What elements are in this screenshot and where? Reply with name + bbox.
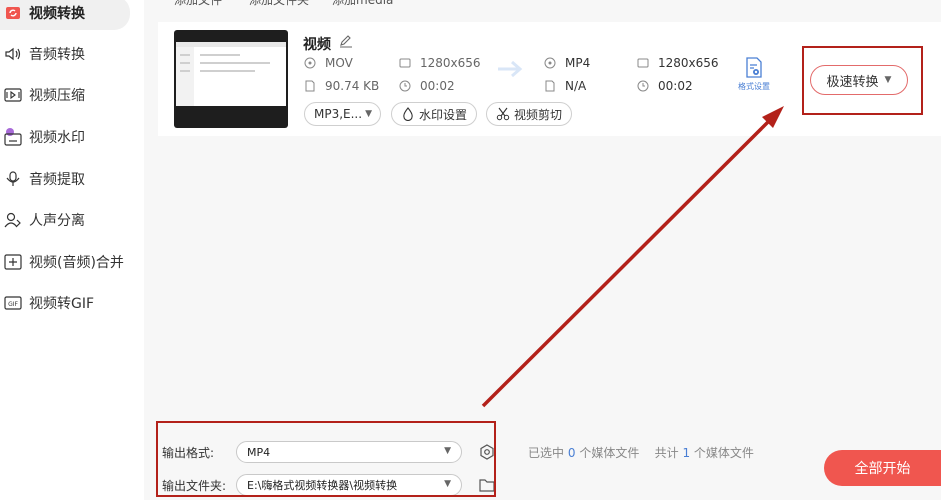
dst-size: N/A	[543, 79, 586, 93]
sidebar-item-audio-extract[interactable]: 音频提取	[0, 162, 130, 196]
sidebar-item-label: 人声分离	[29, 213, 85, 229]
format-settings-icon	[746, 57, 762, 78]
toolbar: 添加文件 添加文件夹 添加media	[144, 0, 941, 14]
src-size: 90.74 KB	[303, 79, 379, 93]
merge-icon	[3, 253, 23, 271]
scissors-icon	[496, 107, 510, 121]
dst-duration: 00:02	[636, 79, 693, 93]
svg-text:GIF: GIF	[8, 301, 18, 308]
src-format: MOV	[303, 56, 353, 70]
video-watermark-icon	[3, 128, 23, 146]
video-thumbnail	[174, 30, 288, 128]
video-convert-icon	[3, 4, 23, 22]
chevron-down-icon: ▼	[365, 109, 372, 119]
sidebar-item-label: 视频压缩	[29, 88, 85, 104]
video-cut-button[interactable]: 视频剪切	[486, 102, 573, 126]
sidebar-item-video-compress[interactable]: 视频压缩	[0, 78, 130, 112]
format-settings-button[interactable]: 格式设置	[734, 57, 774, 92]
file-name: 视频	[303, 37, 331, 53]
selection-stats: 已选中 0 个媒体文件 共计 1 个媒体文件	[528, 446, 754, 460]
clock-icon	[636, 79, 650, 93]
dst-resolution: 1280x656	[636, 56, 719, 70]
sidebar-item-audio-convert[interactable]: 音频转换	[0, 37, 130, 71]
vocal-separate-icon	[3, 211, 23, 229]
file-size-icon	[303, 79, 317, 93]
src-resolution: 1280x656	[398, 56, 481, 70]
sidebar-item-label: 音频提取	[29, 172, 85, 188]
sidebar-item-video-convert[interactable]: 视频转换	[0, 0, 130, 30]
add-file-button[interactable]: 添加文件	[174, 0, 222, 8]
sidebar: 视频转换 音频转换 视频压缩 视频水印 音频提取 人声分离 视频(音频)合并 G…	[0, 0, 144, 500]
sidebar-item-gif[interactable]: GIF 视频转GIF	[0, 286, 130, 320]
sidebar-item-merge[interactable]: 视频(音频)合并	[0, 245, 130, 279]
add-media-button[interactable]: 添加media	[332, 0, 393, 8]
file-size-icon	[543, 79, 557, 93]
audio-track-select[interactable]: MP3,E... ▼	[304, 102, 381, 126]
sidebar-item-label: 音频转换	[29, 47, 85, 63]
format-icon	[303, 56, 317, 70]
start-all-button[interactable]: 全部开始	[824, 450, 941, 486]
resolution-icon	[398, 56, 412, 70]
sidebar-item-label: 视频(音频)合并	[29, 255, 124, 271]
format-icon	[543, 56, 557, 70]
sidebar-item-vocal-separate[interactable]: 人声分离	[0, 203, 130, 237]
src-duration: 00:02	[398, 79, 455, 93]
audio-convert-icon	[3, 45, 23, 63]
edit-name-icon[interactable]	[339, 33, 353, 52]
clock-icon	[398, 79, 412, 93]
convert-arrow-icon	[498, 60, 523, 78]
audio-extract-icon	[3, 170, 23, 188]
video-compress-icon	[3, 86, 23, 104]
watermark-icon	[401, 107, 415, 121]
dst-format: MP4	[543, 56, 590, 70]
sidebar-item-video-watermark[interactable]: 视频水印	[0, 120, 130, 154]
watermark-button[interactable]: 水印设置	[391, 102, 478, 126]
resolution-icon	[636, 56, 650, 70]
add-folder-button[interactable]: 添加文件夹	[249, 0, 309, 8]
sidebar-item-label: 视频水印	[29, 130, 85, 146]
sidebar-item-label: 视频转换	[29, 6, 85, 22]
gif-icon: GIF	[3, 294, 23, 312]
sidebar-item-label: 视频转GIF	[29, 296, 95, 312]
annotation-box-fast-convert	[802, 46, 923, 115]
annotation-box-output	[156, 421, 496, 497]
